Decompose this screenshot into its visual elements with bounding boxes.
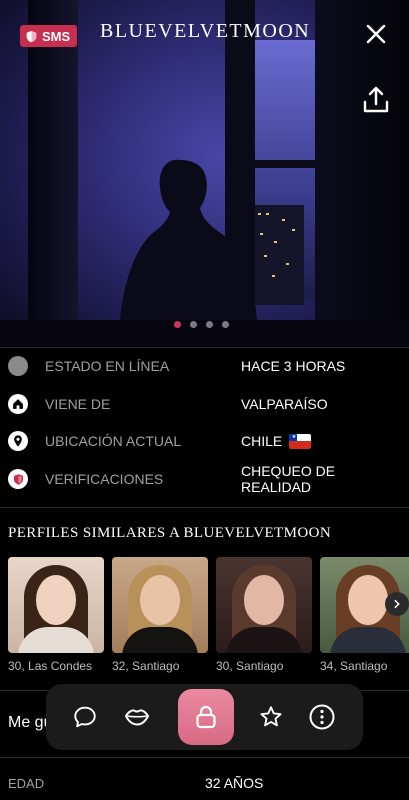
- kiss-button[interactable]: [123, 703, 151, 731]
- pagination-dot[interactable]: [222, 321, 229, 328]
- pagination-dot[interactable]: [206, 321, 213, 328]
- profile-thumbnail: [112, 557, 208, 653]
- info-row-location: UBICACIÓN ACTUAL CHILE ★: [0, 422, 409, 460]
- similar-profile-card[interactable]: 30, Las Condes: [8, 557, 104, 673]
- profile-caption: 32, Santiago: [112, 659, 180, 673]
- sms-badge-label: SMS: [42, 28, 71, 44]
- age-value: 32 AÑOS: [205, 775, 264, 791]
- info-row-from: VIENE DE VALPARAÍSO: [0, 385, 409, 423]
- profile-thumbnail: [216, 557, 312, 653]
- carousel-next-button[interactable]: [385, 592, 409, 616]
- info-value: CHEQUEO DE REALIDAD: [241, 463, 336, 495]
- chevron-right-icon: [394, 599, 400, 609]
- info-row-verification: VERIFICACIONES CHEQUEO DE REALIDAD: [0, 460, 409, 498]
- window-side: [315, 0, 409, 346]
- share-icon: [363, 86, 389, 113]
- lips-icon: [125, 709, 149, 726]
- unlock-button[interactable]: [178, 689, 234, 745]
- similar-profile-card[interactable]: 30, Santiago: [216, 557, 312, 673]
- info-label: VERIFICACIONES: [45, 471, 164, 487]
- favorite-button[interactable]: [257, 703, 285, 731]
- photo-pagination[interactable]: [174, 321, 229, 328]
- info-label: ESTADO EN LÍNEA: [45, 358, 170, 374]
- similar-profiles-carousel[interactable]: 30, Las Condes 32, Santiago 30, Santiago…: [8, 557, 409, 677]
- divider: [0, 507, 409, 508]
- pagination-dot[interactable]: [190, 321, 197, 328]
- star-icon: [260, 706, 282, 727]
- status-dot-icon: [8, 356, 28, 376]
- home-icon: [8, 394, 28, 414]
- location-pin-icon: [8, 431, 28, 451]
- woman-silhouette: [118, 159, 260, 346]
- chat-bubble-icon: [74, 706, 96, 728]
- chile-flag-icon: ★: [289, 433, 312, 449]
- profile-caption: 30, Santiago: [216, 659, 284, 673]
- info-row-online-status: ESTADO EN LÍNEA HACE 3 HORAS: [0, 347, 409, 385]
- window-frame: [28, 0, 78, 346]
- more-vertical-icon: [309, 704, 335, 730]
- close-icon: [366, 24, 386, 44]
- pagination-dot[interactable]: [174, 321, 181, 328]
- info-value: HACE 3 HORAS: [241, 358, 346, 374]
- info-label: VIENE DE: [45, 396, 111, 412]
- profile-thumbnail: [8, 557, 104, 653]
- similar-profiles-title: PERFILES SIMILARES A BLUEVELVETMOON: [8, 525, 332, 541]
- shield-icon: [8, 469, 28, 489]
- info-value: VALPARAÍSO: [241, 396, 328, 412]
- profile-caption: 34, Santiago: [320, 659, 388, 673]
- shield-icon: [26, 30, 37, 42]
- divider: [0, 757, 409, 758]
- info-value: CHILE ★: [241, 433, 312, 449]
- profile-caption: 30, Las Condes: [8, 659, 93, 673]
- lock-icon: [196, 705, 216, 729]
- message-button[interactable]: [71, 703, 99, 731]
- profile-name: BLUEVELVETMOON: [100, 20, 311, 42]
- profile-photo[interactable]: SMS BLUEVELVETMOON: [0, 0, 409, 346]
- more-options-button[interactable]: [308, 703, 336, 731]
- action-bar: [46, 684, 363, 750]
- age-label: EDAD: [8, 776, 45, 791]
- share-button[interactable]: [360, 84, 392, 116]
- close-button[interactable]: [362, 20, 390, 48]
- similar-profile-card[interactable]: 32, Santiago: [112, 557, 208, 673]
- sms-badge: SMS: [20, 25, 78, 47]
- info-label: UBICACIÓN ACTUAL: [45, 433, 182, 449]
